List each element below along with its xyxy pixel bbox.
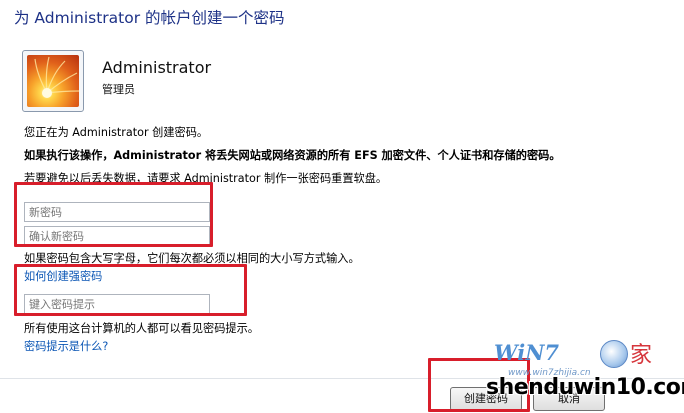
page-title: 为 Administrator 的帐户创建一个密码: [14, 9, 285, 27]
highlight-password-fields: [14, 182, 213, 247]
warning-text: 如果执行该操作，Administrator 将丢失网站或网络资源的所有 EFS …: [24, 149, 561, 162]
flower-icon: [27, 55, 79, 107]
avatar: [22, 50, 84, 112]
user-name: Administrator: [102, 58, 212, 77]
user-role: 管理员: [102, 83, 135, 96]
hint-note: 所有使用这台计算机的人都可以看见密码提示。: [24, 322, 259, 335]
watermark-site: shenduwin10.com: [486, 375, 684, 400]
watermark-jia: 家: [630, 343, 653, 368]
watermark-logo: WiN7: [494, 340, 559, 365]
info-text: 您正在为 Administrator 创建密码。: [24, 126, 209, 139]
watermark-circle-icon: [600, 340, 628, 368]
highlight-hint-field: [14, 264, 247, 316]
hint-info-link[interactable]: 密码提示是什么?: [24, 338, 108, 354]
